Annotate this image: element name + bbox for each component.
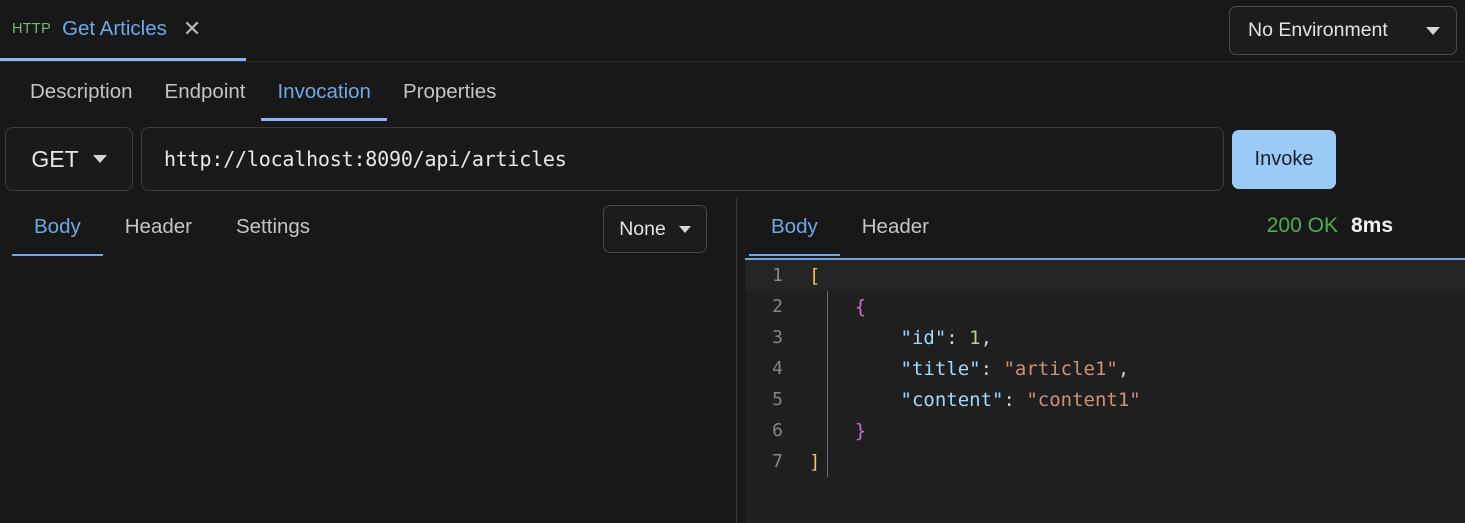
body-type-label: None	[619, 217, 666, 240]
code-token: }	[854, 419, 867, 442]
request-body-editor[interactable]	[0, 258, 736, 523]
response-tab-body[interactable]: Body	[749, 198, 840, 256]
tab-properties-label: Properties	[402, 79, 497, 103]
close-icon[interactable]: ✕	[183, 18, 201, 40]
document-tab-label: Get Articles	[62, 17, 167, 40]
main-tab-bar: Description Endpoint Invocation Properti…	[0, 62, 1465, 121]
code-token: "id"	[900, 326, 947, 349]
chevron-down-icon	[1426, 26, 1440, 35]
code-token: ,	[1117, 357, 1130, 380]
code-line-text: [	[795, 265, 1465, 287]
request-tab-settings[interactable]: Settings	[214, 198, 332, 256]
code-line: 2 {	[745, 291, 1465, 322]
body-type-select[interactable]: None	[603, 205, 707, 253]
response-body-viewer[interactable]: 1[2 {3 "id": 1, 4 "title": "article1", 5 "…	[745, 258, 1465, 523]
code-line: 7]	[745, 446, 1465, 477]
code-token: "article1"	[1003, 357, 1118, 380]
request-bar: GET http://localhost:8090/api/articles I…	[0, 126, 1465, 194]
code-line-text: ]	[795, 451, 1465, 473]
code-line-text: "id": 1,	[795, 327, 1465, 349]
url-input-value: http://localhost:8090/api/articles	[164, 147, 567, 171]
chevron-down-icon	[678, 225, 691, 233]
status-badge: 200 OK	[1266, 214, 1338, 237]
http-method-label: GET	[31, 145, 79, 172]
line-number: 5	[772, 389, 783, 410]
line-number: 1	[772, 265, 783, 286]
protocol-badge: HTTP	[12, 21, 52, 37]
line-number: 2	[772, 296, 783, 317]
code-token: :	[1003, 388, 1027, 411]
environment-selector-label: No Environment	[1248, 19, 1388, 41]
tab-description[interactable]: Description	[14, 62, 149, 121]
code-token: [	[809, 264, 821, 287]
line-number: 7	[772, 451, 783, 472]
code-line: 5 "content": "content1"	[745, 384, 1465, 415]
request-tab-header[interactable]: Header	[103, 198, 214, 256]
line-number: 4	[772, 358, 783, 379]
document-tab-bar: HTTP Get Articles ✕ No Environment	[0, 0, 1465, 62]
code-line-text: }	[795, 420, 1465, 442]
tab-description-label: Description	[30, 79, 133, 103]
response-tab-header[interactable]: Header	[840, 198, 951, 256]
code-token: "title"	[900, 357, 981, 380]
tab-properties[interactable]: Properties	[387, 62, 512, 121]
code-token: "content"	[900, 388, 1004, 411]
code-token: :	[980, 357, 1004, 380]
url-input[interactable]: http://localhost:8090/api/articles	[141, 127, 1224, 191]
code-token: ]	[809, 450, 821, 473]
invoke-button[interactable]: Invoke	[1232, 130, 1336, 189]
code-line-text: {	[795, 296, 1465, 318]
request-tab-body[interactable]: Body	[12, 198, 103, 256]
line-number: 6	[772, 420, 783, 441]
app-window: HTTP Get Articles ✕ No Environment Descr…	[0, 0, 1465, 523]
code-token: ,	[980, 326, 993, 349]
response-tab-header-label: Header	[861, 215, 929, 238]
http-method-select[interactable]: GET	[5, 127, 133, 191]
line-number: 3	[772, 327, 783, 348]
chevron-down-icon	[92, 155, 107, 163]
code-line: 6 }	[745, 415, 1465, 446]
tab-endpoint[interactable]: Endpoint	[149, 62, 262, 121]
environment-selector[interactable]: No Environment	[1229, 6, 1457, 55]
code-line-text: "content": "content1"	[795, 389, 1465, 411]
code-token: 1	[969, 326, 981, 349]
response-tab-body-label: Body	[771, 215, 818, 238]
code-line: 3 "id": 1,	[745, 322, 1465, 353]
tab-endpoint-label: Endpoint	[164, 79, 246, 103]
code-line: 4 "title": "article1",	[745, 353, 1465, 384]
request-tab-settings-label: Settings	[235, 215, 311, 238]
request-tab-header-label: Header	[124, 215, 192, 238]
response-duration: 8ms	[1350, 214, 1393, 237]
code-token: {	[854, 295, 867, 318]
response-code-lines: 1[2 {3 "id": 1, 4 "title": "article1", 5 "…	[745, 260, 1465, 477]
request-tab-body-label: Body	[34, 215, 81, 238]
response-status: 200 OK 8ms	[1267, 214, 1393, 238]
response-panel: Body Header 200 OK 8ms 1[2 {3 "id": 1, 4 …	[737, 198, 1465, 523]
document-tab-get-articles[interactable]: HTTP Get Articles ✕	[0, 0, 246, 61]
code-token: :	[946, 326, 970, 349]
code-line: 1[	[745, 260, 1465, 291]
tab-invocation[interactable]: Invocation	[261, 62, 388, 121]
tab-invocation-label: Invocation	[277, 79, 371, 103]
code-token: "content1"	[1026, 388, 1141, 411]
code-line-text: "title": "article1",	[795, 358, 1465, 380]
